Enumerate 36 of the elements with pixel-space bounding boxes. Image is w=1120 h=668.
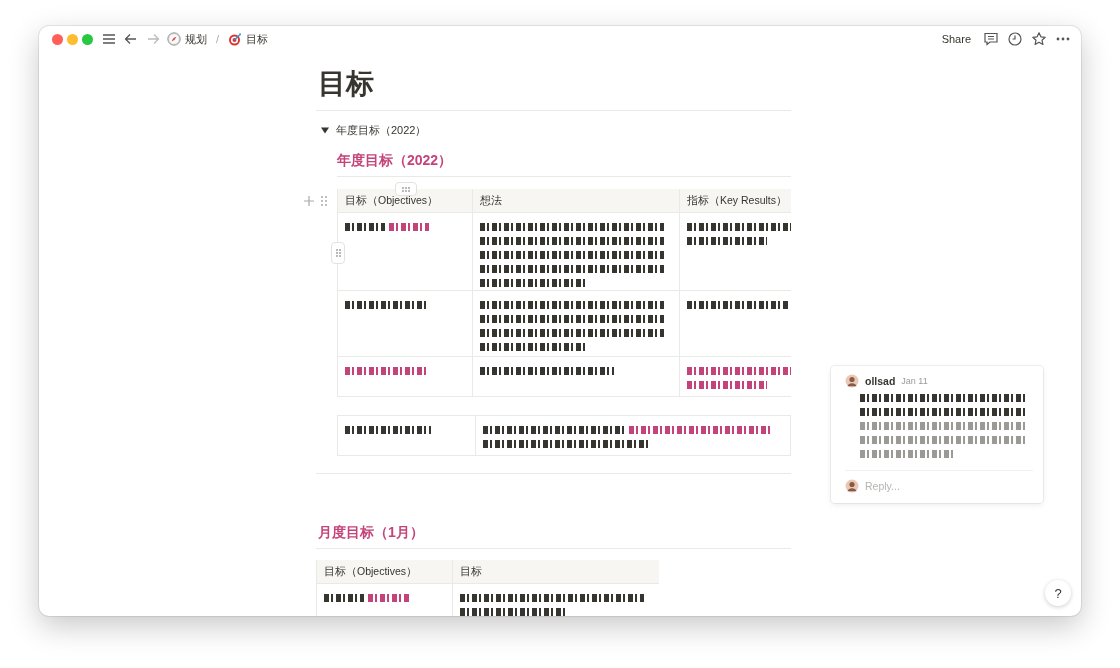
comment-icon[interactable]	[983, 31, 999, 47]
window-control[interactable]	[82, 33, 93, 45]
comment-date: Jan 11	[901, 376, 928, 386]
triangle-icon	[320, 125, 330, 135]
menu-icon[interactable]	[101, 31, 117, 47]
toggle-label: 年度目标（2022）	[336, 122, 427, 138]
section-heading: 月度目标（1月）	[318, 523, 425, 542]
avatar-icon	[845, 374, 859, 388]
column-header[interactable]: 想法	[473, 189, 680, 213]
breadcrumb-link[interactable]: 规划	[185, 31, 207, 47]
column-header[interactable]: 指标（Key Results）	[680, 189, 791, 213]
section-heading: 年度目标（2022）	[337, 151, 454, 170]
column-header[interactable]: 目标（Objectives）	[317, 560, 453, 584]
drag-handle-icon[interactable]	[319, 195, 329, 207]
window-control[interactable]	[52, 33, 63, 45]
avatar-icon	[845, 479, 859, 493]
reply-field[interactable]: Reply...	[865, 480, 1015, 492]
add-icon[interactable]	[303, 195, 315, 207]
column-handle-icon[interactable]	[401, 185, 411, 193]
back-arrow-icon[interactable]	[123, 31, 139, 47]
window-control[interactable]	[67, 33, 78, 45]
toggle-button[interactable]	[320, 125, 330, 135]
page-title: 目标	[318, 67, 375, 101]
share-button[interactable]: Share	[937, 31, 975, 47]
clock-icon[interactable]	[1007, 31, 1023, 47]
compass-icon	[167, 32, 181, 46]
breadcrumb-separator: /	[216, 33, 220, 45]
column-header[interactable]: 目标	[453, 560, 659, 584]
row-handle-icon[interactable]	[334, 248, 342, 258]
help-button[interactable]: ?	[1045, 580, 1071, 606]
breadcrumb-link[interactable]: 目标	[246, 31, 269, 47]
forward-arrow-icon[interactable]	[145, 31, 161, 47]
comment-author: ollsad	[865, 375, 896, 387]
column-header[interactable]: 目标（Objectives）	[338, 189, 473, 213]
target-icon	[228, 32, 243, 46]
star-icon[interactable]	[1031, 31, 1047, 47]
